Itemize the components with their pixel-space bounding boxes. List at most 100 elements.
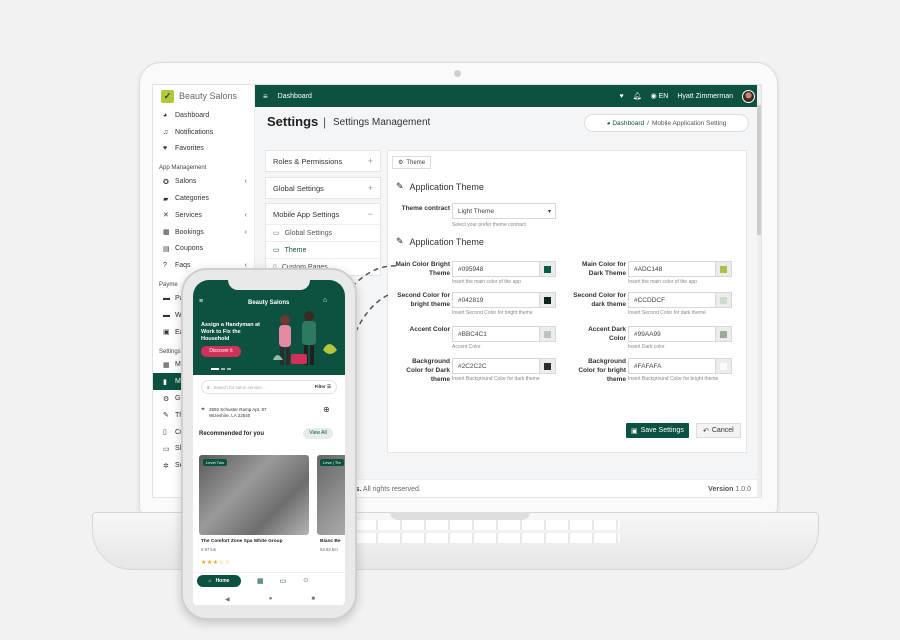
back-icon[interactable]: ◀: [225, 596, 230, 603]
color-swatch-box[interactable]: [539, 327, 555, 341]
language-select[interactable]: ◉ EN: [651, 92, 669, 100]
sidebar-item-label: Bookings: [175, 228, 204, 236]
color-input[interactable]: #095948: [452, 261, 556, 277]
level-tag: Level Two: [203, 459, 227, 466]
color-value: #BBC4C1: [458, 330, 487, 338]
scrollbar-thumb[interactable]: [757, 105, 761, 235]
hamburger-icon[interactable]: ≡: [263, 92, 268, 101]
cart-icon[interactable]: ⌂: [323, 297, 327, 304]
sidebar-item-coupons[interactable]: ▤ Coupons: [153, 241, 254, 258]
color-label: Second Color for bright theme: [397, 292, 450, 308]
users-icon: ✪: [163, 178, 169, 186]
color-input[interactable]: #CCDDCF: [628, 292, 732, 308]
ticket-icon: ▤: [163, 245, 170, 253]
keyboard-row: [330, 520, 620, 530]
color-label: Background Color for bright theme: [578, 358, 626, 383]
save-button[interactable]: ▣ Save Settings: [626, 423, 689, 438]
profile-icon[interactable]: ☺: [302, 577, 309, 584]
submenu-global-settings[interactable]: ▭ Global Settings: [266, 224, 380, 241]
avatar[interactable]: [742, 89, 755, 103]
save-label: Save Settings: [640, 427, 684, 434]
color-swatch-box[interactable]: [715, 359, 731, 373]
color-input[interactable]: #2C2C2C: [452, 358, 556, 374]
wallet-icon: ▬: [163, 311, 170, 319]
sidebar-item-categories[interactable]: ▰ Categories: [153, 190, 254, 207]
sidebar-item-salons[interactable]: ✪ Salons ‹: [153, 173, 254, 190]
sidebar-item-favorites[interactable]: ♥ Favorites: [153, 141, 254, 158]
address[interactable]: ⌖ 3892 Schuster Ramp Apt. 87 Wizeshire, …: [201, 406, 330, 419]
address-text: 3892 Schuster Ramp Apt. 87 Wizeshire, LA…: [208, 407, 267, 418]
salon-image[interactable]: [199, 455, 309, 535]
phone-title: Beauty Salons: [248, 300, 290, 306]
gear-icon: ⚙: [163, 395, 170, 403]
color-input[interactable]: #BBC4C1: [452, 326, 556, 342]
color-input[interactable]: #ADC148: [628, 261, 732, 277]
sidebar-item-bookings[interactable]: ▦ Bookings ‹: [153, 224, 254, 241]
search-bar[interactable]: ⌕ Search for salon service... Filter ☰: [201, 380, 337, 394]
chevron-left-icon: ‹: [244, 228, 247, 236]
sidebar-item-label: M: [175, 361, 181, 369]
home-button-icon[interactable]: ●: [269, 596, 273, 603]
menu-icon[interactable]: ≡: [199, 298, 203, 305]
sidebar-item-label: Notifications: [175, 128, 214, 136]
color-swatch: [544, 330, 551, 338]
search-icon: ⌕: [207, 384, 210, 390]
calendar-icon[interactable]: ▦: [257, 577, 264, 585]
color-swatch-box[interactable]: [715, 327, 731, 341]
salon-name[interactable]: The Comfort Zone Spa White Group: [201, 539, 283, 544]
calendar-icon: ▦: [163, 229, 170, 237]
roles-card[interactable]: Roles & Permissions +: [265, 150, 381, 172]
color-swatch-box[interactable]: [539, 293, 555, 307]
breadcrumb-home[interactable]: ◕ Dashboard: [607, 120, 645, 127]
theme-contract-select[interactable]: Light Theme ▾: [452, 203, 556, 219]
global-label: Global Settings: [273, 183, 324, 193]
theme-contract-help: Select your prefer theme contract: [452, 222, 526, 228]
language-label: EN: [658, 93, 669, 100]
topbar-title[interactable]: Dashboard: [278, 93, 312, 100]
global-header[interactable]: Global Settings +: [266, 178, 380, 198]
user-name[interactable]: Hyatt Zimmerman: [677, 93, 733, 100]
mobile-header[interactable]: Mobile App Settings −: [266, 204, 380, 224]
roles-label: Roles & Permissions: [273, 156, 343, 166]
minus-icon: −: [367, 209, 373, 219]
topbar-right: ♥ 🔔︎ ◉ EN Hyatt Zimmerman: [620, 89, 755, 103]
scrollbar[interactable]: [757, 85, 761, 497]
view-all-button[interactable]: View All: [303, 428, 333, 439]
section-title-text: Application Theme: [409, 181, 484, 192]
color-input[interactable]: #FAFAFA: [628, 358, 732, 374]
color-value: #FAFAFA: [634, 362, 662, 370]
nav-home[interactable]: ⌂ Home: [197, 574, 241, 587]
heart-icon[interactable]: ♥: [620, 93, 624, 100]
chat-icon[interactable]: ▭: [280, 577, 287, 585]
sidebar-item-dashboard[interactable]: ◕ Dashboard: [153, 107, 254, 124]
global-card[interactable]: Global Settings +: [265, 177, 381, 199]
cancel-button[interactable]: ↶ Cancel: [696, 423, 741, 438]
sidebar-item-notifications[interactable]: ♫ Notifications: [153, 124, 254, 141]
phone-hero: ≡ Beauty Salons ⌂ Assign a Handyman at W…: [193, 280, 345, 375]
submenu-theme[interactable]: ▭ Theme: [266, 241, 380, 258]
search-placeholder: Search for salon service...: [213, 384, 266, 390]
color-swatch-box[interactable]: [715, 262, 731, 276]
color-help: Insert Second Color for bright theme: [452, 310, 533, 316]
color-input[interactable]: #042819: [452, 292, 556, 308]
roles-header[interactable]: Roles & Permissions +: [266, 151, 380, 171]
discover-button[interactable]: Discover it: [201, 346, 241, 357]
version-value: 1.0.0: [735, 486, 751, 493]
color-swatch-box[interactable]: [539, 359, 555, 373]
gps-icon[interactable]: ⊕: [323, 406, 330, 414]
tab-theme[interactable]: ⚙ Theme: [392, 156, 432, 169]
sidebar-item-services[interactable]: ✕ Services ‹: [153, 207, 254, 224]
color-swatch-box[interactable]: [539, 262, 555, 276]
carousel-dots[interactable]: [211, 368, 231, 370]
recent-apps-icon[interactable]: ■: [311, 596, 315, 603]
location-pin-icon: ⌖: [201, 406, 205, 413]
color-label: Main Color Bright Theme: [395, 261, 450, 277]
color-swatch-box[interactable]: [715, 293, 731, 307]
brand[interactable]: ✓ Beauty Salons: [153, 85, 254, 107]
color-help: Insert Background Color for bright theme: [628, 376, 719, 382]
salon-image-2[interactable]: [317, 455, 345, 535]
salon-name-2[interactable]: Blanc Be: [320, 539, 341, 544]
color-input[interactable]: #99AA99: [628, 326, 732, 342]
filter-button[interactable]: Filter ☰: [315, 384, 331, 390]
bell-icon[interactable]: 🔔︎: [633, 92, 642, 100]
